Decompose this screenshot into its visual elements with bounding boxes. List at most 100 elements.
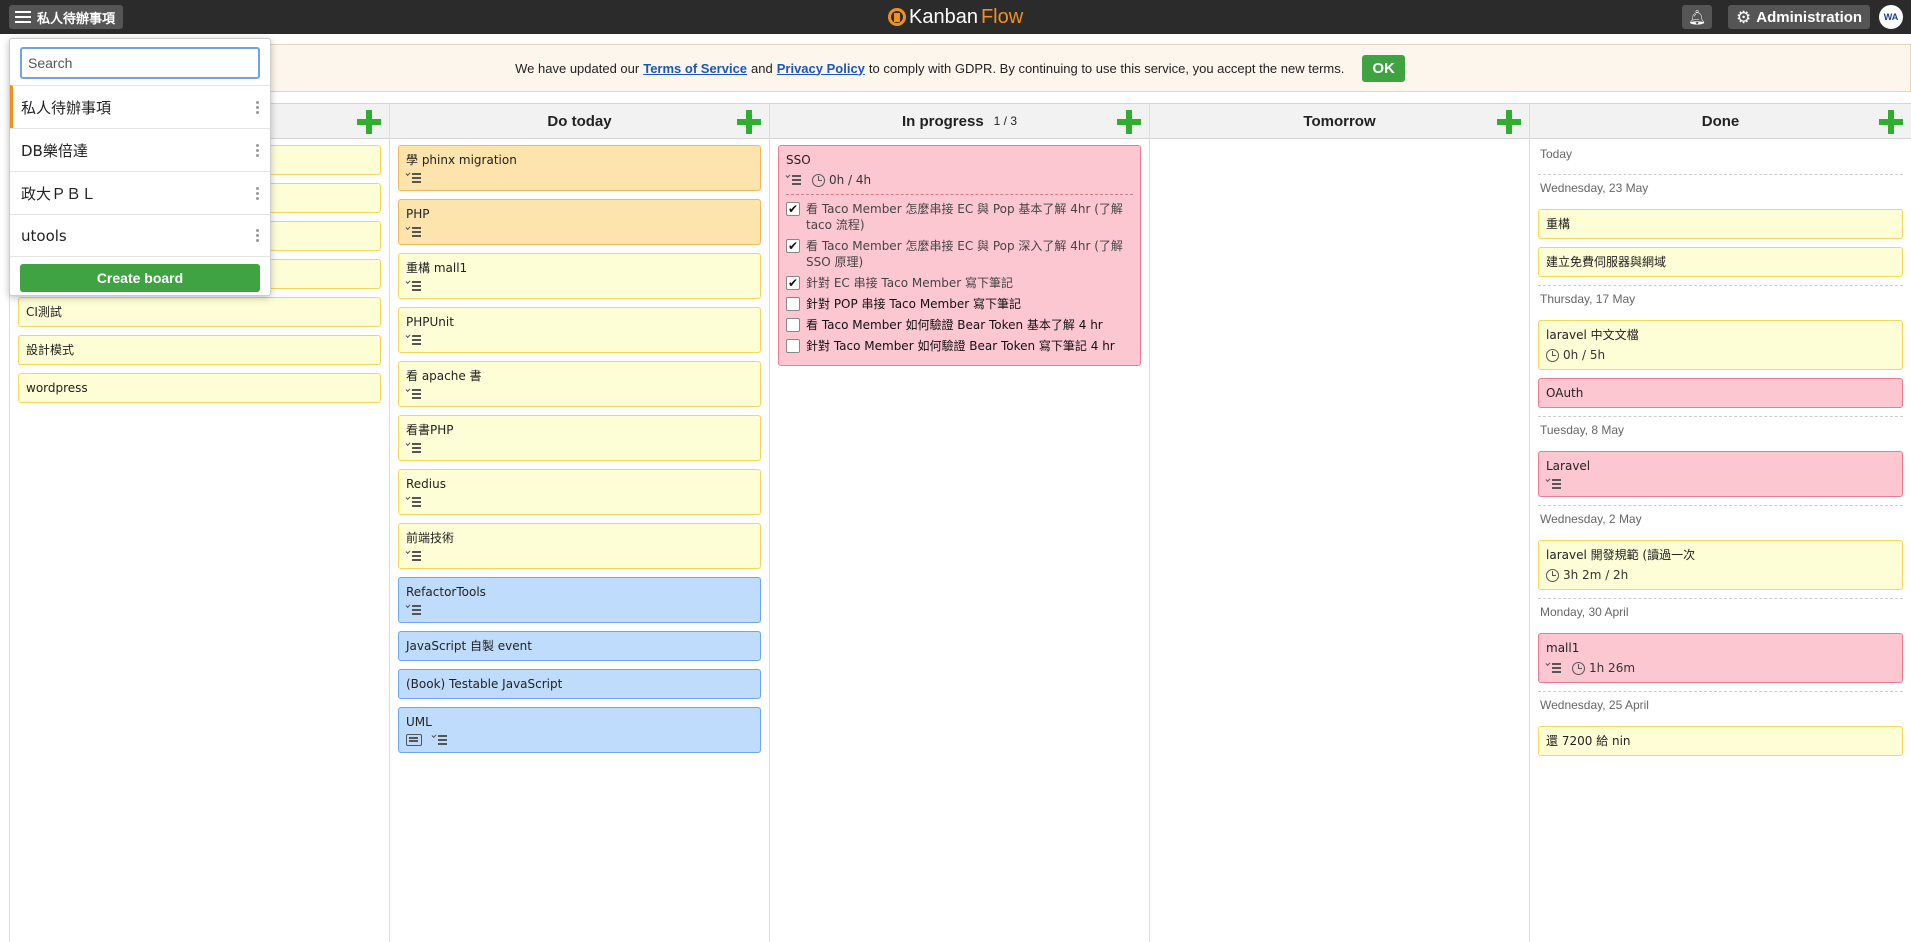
task-title: (Book) Testable JavaScript [406, 677, 563, 691]
task-title: 設計模式 [26, 343, 75, 357]
terms-of-service-link[interactable]: Terms of Service [643, 61, 747, 76]
task-card[interactable]: SSO 0h / 4h 看 Taco Member 怎麼串接 EC 與 Pop … [778, 145, 1141, 366]
task-card[interactable]: laravel 中文文檔 0h / 5h [1538, 320, 1903, 370]
checklist-icon [432, 734, 448, 746]
subtask-label: 針對 POP 串接 Taco Member 寫下筆記 [806, 297, 1021, 311]
task-card[interactable]: 學 phinx migration [398, 145, 761, 191]
checklist-icon [406, 226, 422, 238]
task-title: laravel 中文文檔 [1546, 328, 1639, 342]
task-card[interactable]: (Book) Testable JavaScript [398, 669, 761, 699]
column-tomorrow: Tomorrow [1149, 103, 1529, 942]
create-board-button[interactable]: Create board [20, 264, 260, 292]
task-title: 重構 mall1 [406, 261, 468, 275]
subtask-checkbox[interactable] [786, 275, 800, 291]
task-title: 學 phinx migration [406, 153, 517, 167]
task-title: 建立免費伺服器與網域 [1546, 255, 1667, 269]
gear-icon: ⚙︎ [1736, 7, 1752, 27]
column-title: Do today [547, 112, 612, 130]
date-group-header: Wednesday, 23 May [1540, 181, 1649, 195]
time-estimate: 1h 26m [1589, 661, 1636, 675]
task-card[interactable]: RefactorTools [398, 577, 761, 623]
board-item[interactable]: DB樂倍達 [10, 128, 270, 171]
column-header: Do today [390, 103, 769, 139]
checklist-icon [1546, 478, 1562, 490]
subtask-label: 針對 Taco Member 如何驗證 Bear Token 寫下筆記 4 hr [806, 339, 1115, 353]
task-card[interactable]: 建立免費伺服器與網域 [1538, 247, 1903, 277]
task-title: CI測試 [26, 305, 62, 319]
task-card[interactable]: PHPUnit [398, 307, 761, 353]
board-item-label: utools [21, 226, 67, 245]
top-bar: 私人待辦事項 Kanban Flow 🔔︎ ⚙︎ Administration W… [0, 0, 1911, 34]
subtask: 針對 POP 串接 Taco Member 寫下筆記 [786, 296, 1133, 312]
gdpr-ok-button[interactable]: OK [1362, 54, 1405, 82]
task-card[interactable]: 設計模式 [18, 335, 381, 365]
kanbanflow-logo[interactable]: Kanban Flow [888, 5, 1023, 29]
add-task-icon[interactable] [1497, 110, 1521, 134]
checklist-icon [406, 172, 422, 184]
task-title: RefactorTools [406, 585, 486, 599]
subtask-checkbox[interactable] [786, 238, 800, 254]
checklist-icon [1546, 662, 1562, 674]
bell-icon: 🔔︎ [1688, 8, 1706, 25]
clock-icon [812, 173, 825, 187]
task-card[interactable]: 重構 mall1 [398, 253, 761, 299]
more-options-icon[interactable] [256, 229, 260, 242]
task-card[interactable]: PHP [398, 199, 761, 245]
column-title: Tomorrow [1303, 112, 1376, 130]
board-item[interactable]: 私人待辦事項 [10, 85, 270, 128]
logo-flow-text: Flow [980, 5, 1024, 28]
board-menu-button[interactable]: 私人待辦事項 [9, 5, 124, 29]
add-task-icon[interactable] [1879, 110, 1903, 134]
task-card[interactable]: CI測試 [18, 297, 381, 327]
task-title: laravel 開發規範 (讀過一次 [1546, 548, 1696, 562]
gdpr-text-after: to comply with GDPR. By continuing to us… [868, 60, 1345, 76]
board-item-label: DB樂倍達 [21, 141, 88, 160]
task-card[interactable]: 看書PHP [398, 415, 761, 461]
more-options-icon[interactable] [256, 143, 260, 157]
more-options-icon[interactable] [256, 186, 260, 200]
task-card[interactable]: laravel 開發規範 (讀過一次 3h 2m / 2h [1538, 540, 1903, 590]
date-group-header: Tuesday, 8 May [1540, 423, 1625, 437]
administration-button[interactable]: ⚙︎ Administration [1728, 5, 1871, 29]
subtask-checkbox[interactable] [786, 339, 800, 353]
date-group-header: Wednesday, 25 April [1540, 698, 1649, 712]
task-card[interactable]: 重構 [1538, 209, 1903, 239]
add-task-icon[interactable] [357, 110, 381, 134]
task-card[interactable]: JavaScript 自製 event [398, 631, 761, 661]
task-card[interactable]: mall1 1h 26m [1538, 633, 1903, 683]
add-task-icon[interactable] [1117, 110, 1141, 134]
date-group-header: Wednesday, 2 May [1540, 512, 1642, 526]
board-item-label: 政大ＰＢＬ [21, 184, 97, 203]
task-card[interactable]: wordpress [18, 373, 381, 403]
notifications-button[interactable]: 🔔︎ [1682, 5, 1712, 29]
add-task-icon[interactable] [737, 110, 761, 134]
board-item[interactable]: 政大ＰＢＬ [10, 171, 270, 214]
task-card[interactable]: 前端技術 [398, 523, 761, 569]
board-item[interactable]: utools [10, 214, 270, 257]
task-card[interactable]: UML [398, 707, 761, 753]
column-done: Done Today Wednesday, 23 May 重構 建立免費伺服器與… [1529, 103, 1911, 942]
subtask-checkbox[interactable] [786, 201, 800, 217]
task-title: 前端技術 [406, 531, 455, 545]
task-card[interactable]: 還 7200 給 nin [1538, 726, 1903, 756]
subtask-checkbox[interactable] [786, 318, 800, 332]
subtask-checkbox[interactable] [786, 297, 800, 311]
subtask: 看 Taco Member 如何驗證 Bear Token 基本了解 4 hr [786, 317, 1133, 333]
board-search-input[interactable] [20, 47, 260, 79]
column-in-progress: In progress 1 / 3 SSO 0h / 4h 看 Taco Mem… [769, 103, 1149, 942]
administration-label: Administration [1756, 8, 1863, 26]
privacy-policy-link[interactable]: Privacy Policy [777, 61, 865, 76]
avatar[interactable]: WA [1879, 5, 1903, 29]
gdpr-banner: We have updated our Terms of Service and… [9, 44, 1911, 92]
clock-icon [1546, 568, 1559, 582]
gdpr-text-before: We have updated our [515, 60, 640, 76]
gdpr-and: and [751, 60, 773, 76]
checklist-icon [786, 174, 802, 186]
more-options-icon[interactable] [256, 100, 260, 114]
task-card[interactable]: Laravel [1538, 451, 1903, 497]
date-group-header: Today [1540, 147, 1573, 161]
checklist-icon [406, 388, 422, 400]
task-card[interactable]: Redius [398, 469, 761, 515]
task-card[interactable]: OAuth [1538, 378, 1903, 408]
task-card[interactable]: 看 apache 書 [398, 361, 761, 407]
